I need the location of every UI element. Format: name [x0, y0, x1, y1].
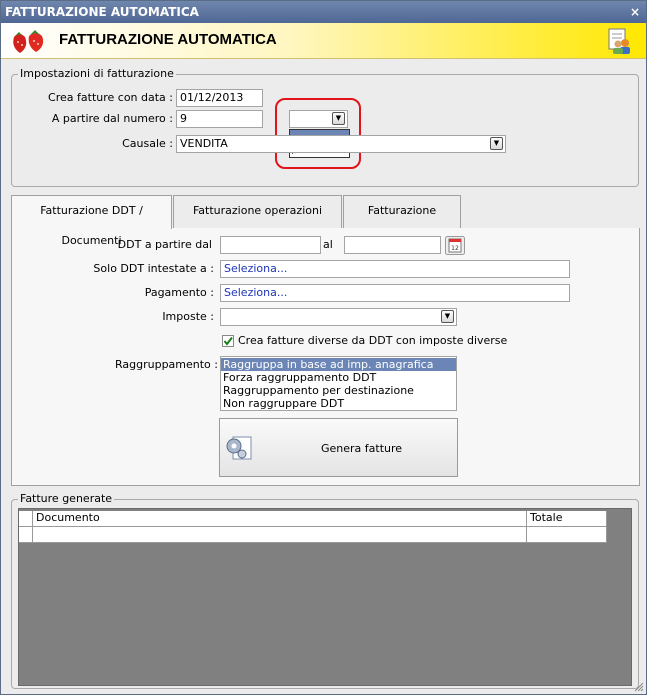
chevron-down-icon[interactable]: ▼ [441, 310, 454, 323]
tab-operazioni-eseguite[interactable]: Fatturazione operazioni eseguite [173, 195, 342, 247]
close-icon[interactable]: × [630, 1, 640, 23]
results-grid[interactable]: Documento Totale [18, 508, 632, 686]
causale-select[interactable]: VENDITA ▼ [176, 135, 506, 153]
grid-header-totale[interactable]: Totale [527, 511, 607, 527]
pagamento-label: Pagamento : [144, 286, 214, 299]
ddt-from-input[interactable] [220, 236, 321, 254]
intestate-label: Solo DDT intestate a : [93, 262, 214, 275]
number-input[interactable]: 9 [176, 110, 263, 128]
window-title: FATTURAZIONE AUTOMATICA [5, 5, 199, 19]
ddt-to-label: al [323, 238, 333, 251]
date-label: Crea fatture con data : [48, 91, 173, 104]
header-title: FATTURAZIONE AUTOMATICA [59, 31, 277, 48]
grouping-label: Raggruppamento : [114, 358, 218, 371]
calendar-icon[interactable]: 12 [445, 236, 465, 255]
settings-legend: Impostazioni di fatturazione [18, 67, 176, 80]
grid-header-documento[interactable]: Documento [33, 511, 527, 527]
users-config-icon[interactable] [607, 27, 635, 55]
number-label: A partire dal numero : [51, 112, 173, 125]
table-row-cell[interactable] [33, 527, 527, 543]
date-input[interactable]: 01/12/2013 [176, 89, 263, 107]
generate-invoices-button[interactable]: Genera fatture [219, 418, 458, 477]
grouping-option[interactable]: Non raggruppare DDT [221, 397, 456, 410]
pagamento-input[interactable]: Seleziona... [220, 284, 570, 302]
imposte-checkbox-label: Crea fatture diverse da DDT con imposte … [238, 334, 508, 347]
generate-label: Genera fatture [321, 442, 403, 455]
intestate-input[interactable]: Seleziona... [220, 260, 570, 278]
check-icon [223, 336, 233, 346]
header-banner: FATTURAZIONE AUTOMATICA [1, 23, 646, 59]
gear-document-icon [226, 436, 252, 460]
imposte-label: Imposte : [162, 310, 214, 323]
grouping-list[interactable]: Raggruppa in base ad imp. anagrafica For… [220, 356, 457, 411]
table-row-cell[interactable] [527, 527, 607, 543]
grid-corner [19, 511, 33, 527]
results-legend: Fatture generate [18, 492, 115, 505]
ddt-to-input[interactable] [344, 236, 441, 254]
causale-label: Causale : [122, 137, 173, 150]
causale-value: VENDITA [180, 137, 228, 150]
strawberry-icon [13, 30, 44, 53]
svg-text:12: 12 [451, 245, 459, 252]
grouping-option[interactable]: Forza raggruppamento DDT [221, 371, 456, 384]
tab-ddt-documenti[interactable]: Fatturazione DDT / Documenti [11, 195, 172, 247]
title-bar: FATTURAZIONE AUTOMATICA × [1, 1, 646, 23]
window: FATTURAZIONE AUTOMATICA × FATTURAZIONE A… [0, 0, 647, 695]
grouping-option[interactable]: Raggruppa in base ad imp. anagrafica [221, 358, 456, 371]
imposte-checkbox[interactable] [222, 335, 234, 347]
tab-contratti[interactable]: Fatturazione contratti [343, 195, 461, 247]
imposte-select[interactable]: ▼ [220, 308, 457, 326]
resize-grip-icon[interactable] [634, 682, 644, 692]
grouping-option[interactable]: Raggruppamento per destinazione [221, 384, 456, 397]
row-selector[interactable] [19, 527, 33, 543]
chevron-down-icon[interactable]: ▼ [490, 137, 503, 150]
annotation-highlight [275, 98, 361, 169]
